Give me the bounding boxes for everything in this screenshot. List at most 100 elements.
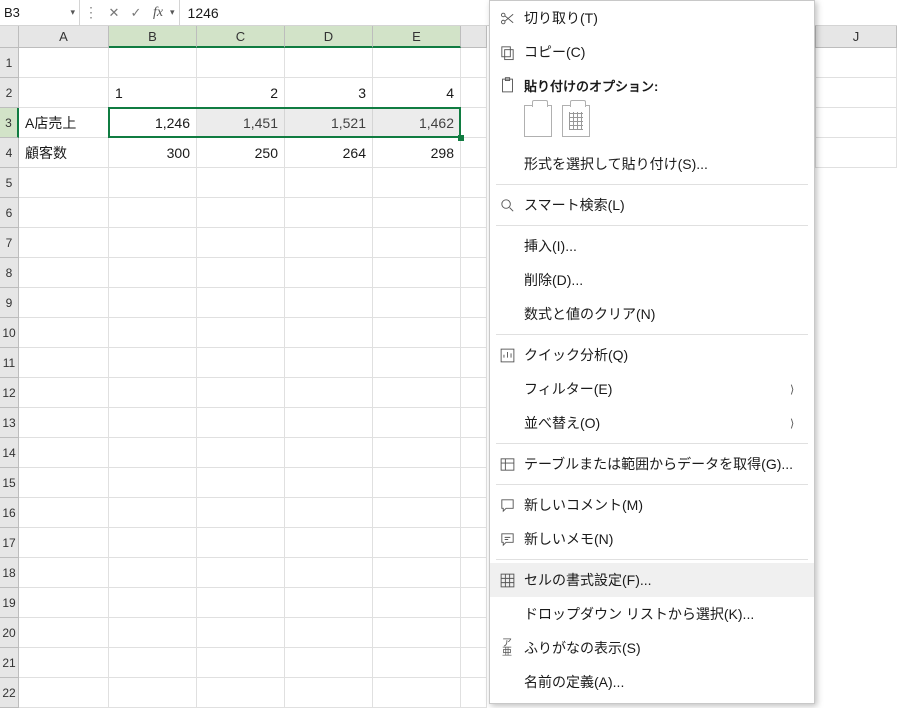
cell[interactable] [109,408,197,438]
menu-sort[interactable]: 並べ替え(O) ⟩ [490,406,814,440]
cell[interactable]: 298 [373,138,461,168]
cell[interactable] [373,168,461,198]
more-icon[interactable]: ⋮ [84,4,98,21]
cell[interactable] [19,258,109,288]
menu-paste-special[interactable]: 形式を選択して貼り付け(S)... [490,147,814,181]
col-header-C[interactable]: C [197,26,285,48]
cell[interactable] [19,438,109,468]
cell[interactable] [109,348,197,378]
cell[interactable] [19,318,109,348]
cell[interactable] [461,438,487,468]
cell[interactable] [461,408,487,438]
cell[interactable] [373,348,461,378]
cell[interactable] [197,618,285,648]
cell[interactable]: 3 [285,78,373,108]
cell[interactable] [19,648,109,678]
cell[interactable] [19,78,109,108]
cell[interactable]: 顧客数 [19,138,109,168]
cell[interactable] [109,288,197,318]
cell[interactable] [197,318,285,348]
menu-format-cells[interactable]: セルの書式設定(F)... [490,563,814,597]
cell[interactable]: 300 [109,138,197,168]
cell[interactable] [197,378,285,408]
cell[interactable] [373,468,461,498]
col-header-E[interactable]: E [373,26,461,48]
row-header[interactable]: 20 [0,618,19,648]
cell[interactable] [197,468,285,498]
row-header[interactable]: 16 [0,498,19,528]
cell-active[interactable]: 1,246 [109,108,197,138]
cell[interactable] [19,528,109,558]
menu-smart-lookup[interactable]: スマート検索(L) [490,188,814,222]
cell[interactable]: 1,451 [197,108,285,138]
cell[interactable] [373,408,461,438]
cell[interactable] [461,78,487,108]
cell[interactable] [19,498,109,528]
cell[interactable] [109,498,197,528]
cell[interactable] [461,258,487,288]
cell[interactable] [109,198,197,228]
cell[interactable] [373,228,461,258]
cell[interactable] [285,558,373,588]
fx-icon[interactable]: fx [148,3,168,23]
cell[interactable] [109,258,197,288]
cell[interactable] [461,468,487,498]
cell[interactable] [285,498,373,528]
cell[interactable] [285,48,373,78]
cell[interactable] [285,378,373,408]
col-header-B[interactable]: B [109,26,197,48]
menu-clear[interactable]: 数式と値のクリア(N) [490,297,814,331]
chevron-down-icon[interactable]: ▾ [170,7,175,18]
row-header[interactable]: 8 [0,258,19,288]
cell[interactable] [461,498,487,528]
cell[interactable] [109,558,197,588]
row-header[interactable]: 11 [0,348,19,378]
cell[interactable] [461,348,487,378]
cell[interactable] [373,258,461,288]
cell[interactable] [373,678,461,708]
cell[interactable] [109,378,197,408]
cell[interactable] [285,168,373,198]
cell[interactable] [815,78,897,108]
cell[interactable] [109,618,197,648]
cell[interactable] [285,288,373,318]
cell[interactable] [19,558,109,588]
cell[interactable] [197,168,285,198]
cell[interactable] [197,348,285,378]
row-header[interactable]: 7 [0,228,19,258]
cell[interactable]: A店売上 [19,108,109,138]
cell[interactable] [19,168,109,198]
cell[interactable] [285,528,373,558]
cell[interactable] [461,588,487,618]
select-all-corner[interactable] [0,26,19,48]
menu-new-comment[interactable]: 新しいコメント(M) [490,488,814,522]
cell[interactable] [285,468,373,498]
menu-insert[interactable]: 挿入(I)... [490,229,814,263]
cell[interactable] [197,678,285,708]
cell[interactable] [373,378,461,408]
row-header[interactable]: 15 [0,468,19,498]
col-header-D[interactable]: D [285,26,373,48]
cell[interactable] [285,318,373,348]
cell[interactable] [19,678,109,708]
cell[interactable] [197,558,285,588]
cell[interactable] [373,318,461,348]
row-header[interactable]: 1 [0,48,19,78]
name-box[interactable]: B3 ▾ [0,0,80,25]
cell[interactable] [285,678,373,708]
cell[interactable]: 1,462 [373,108,461,138]
cell[interactable] [285,618,373,648]
row-header[interactable]: 5 [0,168,19,198]
menu-new-note[interactable]: 新しいメモ(N) [490,522,814,556]
cell[interactable] [815,48,897,78]
cell[interactable] [197,408,285,438]
menu-copy[interactable]: コピー(C) [490,35,814,69]
cell[interactable] [109,48,197,78]
row-header[interactable]: 22 [0,678,19,708]
cell[interactable] [373,648,461,678]
row-header[interactable]: 17 [0,528,19,558]
cell[interactable] [19,48,109,78]
cell[interactable] [461,378,487,408]
cell[interactable] [815,138,897,168]
cell[interactable] [19,198,109,228]
